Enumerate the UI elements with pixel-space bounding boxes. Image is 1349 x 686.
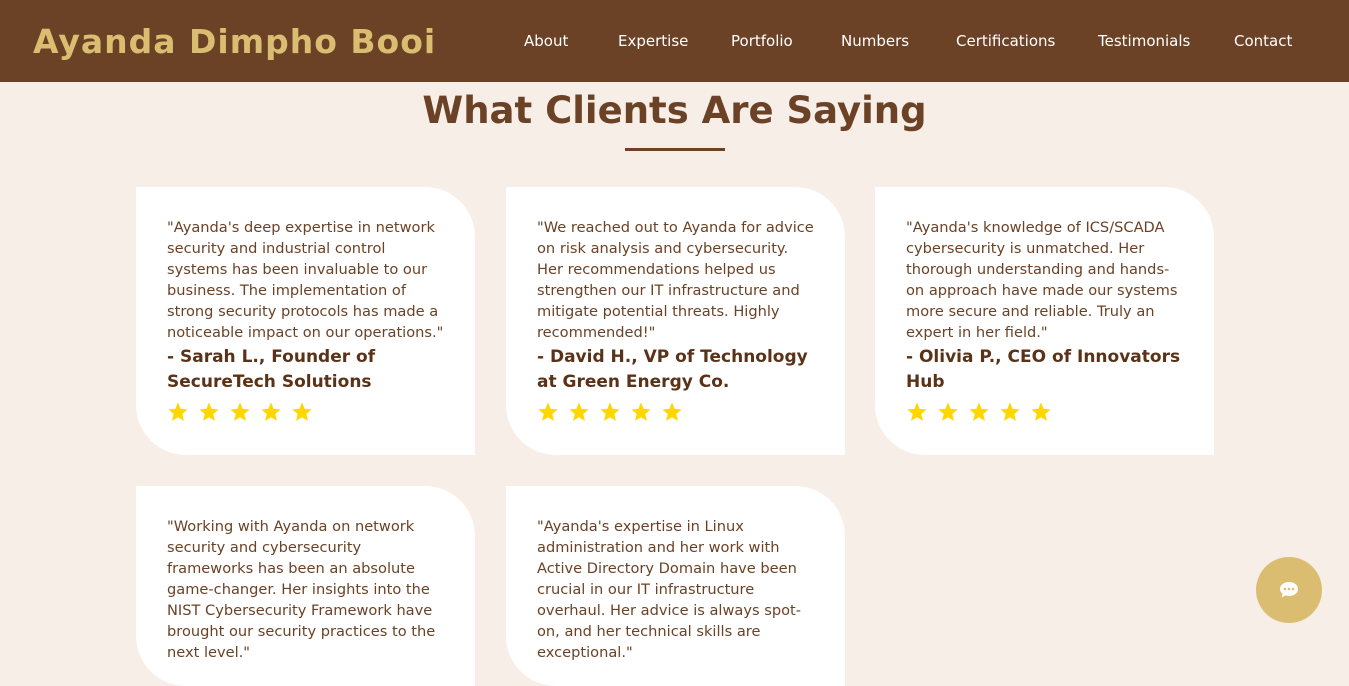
nav-link-about[interactable]: About (524, 31, 568, 51)
testimonial-card: "We reached out to Ayanda for advice on … (506, 187, 845, 455)
star-icon (538, 402, 558, 421)
testimonial-quote: "Ayanda's expertise in Linux administrat… (537, 518, 802, 661)
star-icon (569, 402, 589, 421)
star-icon (969, 402, 989, 421)
nav-link-numbers[interactable]: Numbers (841, 31, 909, 51)
testimonial-card: "Ayanda's knowledge of ICS/SCADA cyberse… (875, 187, 1214, 455)
nav-link-certifications[interactable]: Certifications (956, 31, 1055, 51)
star-icon (662, 402, 682, 421)
star-icon (1000, 402, 1020, 421)
testimonial-quote: "Ayanda's deep expertise in network secu… (167, 219, 444, 341)
chat-bubble-icon (1280, 582, 1298, 598)
star-icon (230, 402, 250, 421)
chat-button[interactable] (1256, 557, 1322, 623)
title-underline (625, 148, 725, 151)
nav-link-expertise[interactable]: Expertise (618, 31, 688, 51)
star-rating (537, 401, 817, 429)
testimonial-card: "Ayanda's expertise in Linux administrat… (506, 486, 845, 686)
star-icon (631, 402, 651, 421)
star-rating (906, 401, 1186, 429)
testimonial-author: - Olivia P., CEO of Innovators Hub (906, 347, 1181, 392)
star-icon (907, 402, 927, 421)
testimonial-quote: "We reached out to Ayanda for advice on … (537, 219, 814, 341)
testimonial-card: "Working with Ayanda on network security… (136, 486, 475, 686)
star-rating (167, 401, 447, 429)
site-header: Ayanda Dimpho Booi About Expertise Portf… (0, 0, 1349, 82)
star-icon (261, 402, 281, 421)
nav-link-testimonials[interactable]: Testimonials (1098, 31, 1190, 51)
star-icon (1031, 402, 1051, 421)
testimonial-author: - David H., VP of Technology at Green En… (537, 347, 808, 392)
testimonial-quote: "Ayanda's knowledge of ICS/SCADA cyberse… (906, 219, 1178, 341)
star-icon (938, 402, 958, 421)
nav-link-contact[interactable]: Contact (1234, 31, 1292, 51)
nav-link-portfolio[interactable]: Portfolio (731, 31, 793, 51)
star-icon (292, 402, 312, 421)
star-icon (199, 402, 219, 421)
testimonial-author: - Sarah L., Founder of SecureTech Soluti… (167, 347, 376, 392)
testimonial-card: "Ayanda's deep expertise in network secu… (136, 187, 475, 455)
section-title: What Clients Are Saying (422, 89, 927, 132)
star-icon (600, 402, 620, 421)
star-icon (168, 402, 188, 421)
main-nav: About Expertise Portfolio Numbers Certif… (0, 31, 1349, 53)
testimonial-quote: "Working with Ayanda on network security… (167, 518, 436, 661)
